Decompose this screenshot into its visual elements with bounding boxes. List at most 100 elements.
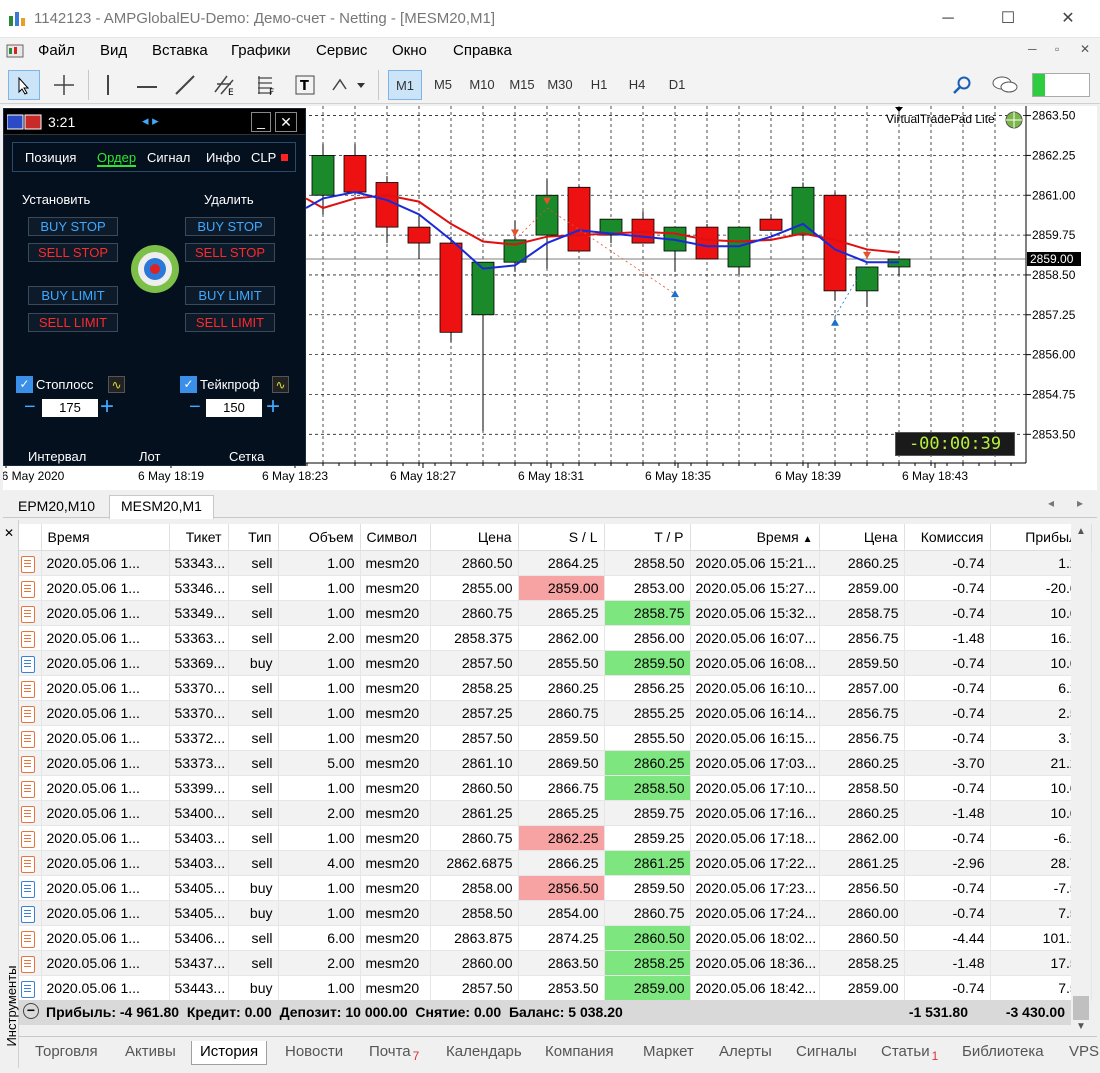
table-row[interactable]: 2020.05.06 1... 53343... sell 1.00 mesm20 286… xyxy=(19,550,1092,576)
set-sell-stop-button[interactable]: SELL STOP xyxy=(28,243,118,262)
table-row[interactable]: 2020.05.06 1... 53369... buy 1.00 mesm20 2857… xyxy=(19,650,1092,676)
tp-tab-info[interactable]: Инфо xyxy=(206,150,240,165)
history-vertical-scrollbar[interactable]: ▲ ▼ xyxy=(1071,524,1091,1036)
menu-tools[interactable]: Сервис xyxy=(316,42,367,59)
mdi-minimize-button[interactable]: ─ xyxy=(1028,42,1037,56)
tp-tab-clp[interactable]: CLP xyxy=(251,150,276,165)
tab-trade[interactable]: Торговля xyxy=(27,1041,106,1065)
table-row[interactable]: 2020.05.06 1... 53437... sell 2.00 mesm20 286… xyxy=(19,950,1092,976)
menu-help[interactable]: Справка xyxy=(453,42,512,59)
delete-sell-stop-button[interactable]: SELL STOP xyxy=(185,243,275,262)
tf-m10-button[interactable]: M10 xyxy=(464,70,500,100)
stoploss-checkbox[interactable]: ✓ xyxy=(16,376,33,393)
table-row[interactable]: 2020.05.06 1... 53405... buy 1.00 mesm20 2858… xyxy=(19,900,1092,926)
col-close-time[interactable]: Время ▲ xyxy=(690,524,820,551)
chart-tab-epm20[interactable]: EPM20,M10 xyxy=(6,495,107,518)
tf-m30-button[interactable]: M30 xyxy=(542,70,578,100)
table-row[interactable]: 2020.05.06 1... 53363... sell 2.00 mesm20 285… xyxy=(19,625,1092,651)
table-row[interactable]: 2020.05.06 1... 53400... sell 2.00 mesm20 286… xyxy=(19,800,1092,826)
tf-d1-button[interactable]: D1 xyxy=(662,70,692,100)
table-row[interactable]: 2020.05.06 1... 53349... sell 1.00 mesm20 286… xyxy=(19,600,1092,626)
fibonacci-tool[interactable]: F xyxy=(250,70,282,100)
table-row[interactable]: 2020.05.06 1... 53443... buy 1.00 mesm20 2857… xyxy=(19,975,1092,1001)
tf-m15-button[interactable]: M15 xyxy=(504,70,540,100)
target-icon[interactable] xyxy=(129,243,181,295)
table-row[interactable]: 2020.05.06 1... 53406... sell 6.00 mesm20 286… xyxy=(19,925,1092,951)
table-row[interactable]: 2020.05.06 1... 53370... sell 1.00 mesm20 285… xyxy=(19,675,1092,701)
collapse-icon[interactable]: − xyxy=(23,1003,39,1019)
table-row[interactable]: 2020.05.06 1... 53372... sell 1.00 mesm20 285… xyxy=(19,725,1092,751)
table-row[interactable]: 2020.05.06 1... 53403... sell 1.00 mesm20 286… xyxy=(19,825,1092,851)
scroll-down-arrow[interactable]: ▼ xyxy=(1076,1021,1086,1032)
col-symbol[interactable]: Символ xyxy=(360,524,431,551)
set-buy-stop-button[interactable]: BUY STOP xyxy=(28,217,118,236)
minimize-button[interactable]: ─ xyxy=(925,0,971,38)
mdi-close-button[interactable]: ✕ xyxy=(1080,42,1090,56)
set-buy-limit-button[interactable]: BUY LIMIT xyxy=(28,286,118,305)
col-price[interactable]: Цена xyxy=(430,524,519,551)
trade-pad-close-button[interactable]: ✕ xyxy=(275,112,297,132)
table-row[interactable]: 2020.05.06 1... 53399... sell 1.00 mesm20 286… xyxy=(19,775,1092,801)
takeprofit-checkbox[interactable]: ✓ xyxy=(180,376,197,393)
takeprofit-trailing-icon[interactable]: ∿ xyxy=(272,376,289,393)
col-volume[interactable]: Объем xyxy=(278,524,361,551)
set-sell-limit-button[interactable]: SELL LIMIT xyxy=(28,313,118,332)
tab-signals[interactable]: Сигналы xyxy=(788,1041,865,1065)
cursor-tool-button[interactable] xyxy=(8,70,40,100)
trade-pad-minimize-button[interactable]: _ xyxy=(251,112,271,132)
trade-pad-nav-arrows[interactable]: ◂ ▸ xyxy=(142,113,159,129)
table-row[interactable]: 2020.05.06 1... 53373... sell 5.00 mesm20 286… xyxy=(19,750,1092,776)
tf-m1-button[interactable]: M1 xyxy=(388,70,422,100)
delete-sell-limit-button[interactable]: SELL LIMIT xyxy=(185,313,275,332)
crosshair-tool-button[interactable] xyxy=(48,70,80,100)
tab-library[interactable]: Библиотека xyxy=(954,1041,1052,1065)
text-tool[interactable]: T xyxy=(290,70,320,100)
col-commission[interactable]: Комиссия xyxy=(904,524,991,551)
tabs-scroll-left[interactable]: ◂ xyxy=(1048,496,1054,510)
tabs-scroll-right[interactable]: ▸ xyxy=(1077,496,1083,510)
menu-file[interactable]: Файл xyxy=(38,42,75,59)
tab-news[interactable]: Новости xyxy=(277,1041,351,1065)
equidistant-channel-tool[interactable]: E xyxy=(208,70,242,100)
menu-charts[interactable]: Графики xyxy=(231,42,291,59)
doc-menu-icon[interactable] xyxy=(6,42,24,60)
scroll-up-arrow[interactable]: ▲ xyxy=(1076,526,1086,537)
chart-tab-mesm20[interactable]: MESM20,M1 xyxy=(109,495,214,519)
table-row[interactable]: 2020.05.06 1... 53346... sell 1.00 mesm20 285… xyxy=(19,575,1092,601)
table-row[interactable]: 2020.05.06 1... 53405... buy 1.00 mesm20 2858… xyxy=(19,875,1092,901)
table-row[interactable]: 2020.05.06 1... 53370... sell 1.00 mesm20 285… xyxy=(19,700,1092,726)
tab-mail[interactable]: Почта 7 xyxy=(361,1041,427,1065)
delete-buy-stop-button[interactable]: BUY STOP xyxy=(185,217,275,236)
tp-tab-order[interactable]: Ордер xyxy=(97,150,137,167)
mdi-restore-button[interactable]: ▫ xyxy=(1055,42,1059,56)
col-close-price[interactable]: Цена xyxy=(819,524,905,551)
menu-view[interactable]: Вид xyxy=(100,42,127,59)
table-row[interactable]: 2020.05.06 1... 53403... sell 4.00 mesm20 286… xyxy=(19,850,1092,876)
delete-buy-limit-button[interactable]: BUY LIMIT xyxy=(185,286,275,305)
search-button[interactable] xyxy=(948,70,976,100)
col-sl[interactable]: S / L xyxy=(518,524,605,551)
tp-bottom-tab-interval[interactable]: Интервал xyxy=(28,449,86,464)
stoploss-input[interactable]: 175 xyxy=(42,399,98,417)
tf-m5-button[interactable]: M5 xyxy=(426,70,460,100)
takeprofit-decrease-button[interactable]: − xyxy=(189,396,201,419)
scroll-thumb[interactable] xyxy=(1073,996,1089,1020)
col-ticket[interactable]: Тикет xyxy=(169,524,229,551)
toolbox-close-button[interactable]: ✕ xyxy=(4,526,14,540)
stoploss-trailing-icon[interactable]: ∿ xyxy=(108,376,125,393)
takeprofit-input[interactable]: 150 xyxy=(206,399,262,417)
chat-button[interactable] xyxy=(988,70,1022,100)
tp-tab-position[interactable]: Позиция xyxy=(25,150,76,165)
tab-market[interactable]: Маркет xyxy=(635,1041,702,1065)
vertical-line-tool[interactable] xyxy=(94,70,122,100)
trendline-tool[interactable] xyxy=(170,70,200,100)
horizontal-line-tool[interactable] xyxy=(132,70,162,100)
tp-tab-signal[interactable]: Сигнал xyxy=(147,150,190,165)
col-type[interactable]: Тип xyxy=(228,524,279,551)
tab-history[interactable]: История xyxy=(191,1041,268,1065)
tab-alerts[interactable]: Алерты xyxy=(711,1041,780,1065)
close-window-button[interactable]: ✕ xyxy=(1045,0,1091,38)
shapes-dropdown[interactable] xyxy=(326,70,370,100)
tab-company[interactable]: Компания xyxy=(537,1041,622,1065)
tab-assets[interactable]: Активы xyxy=(117,1041,184,1065)
